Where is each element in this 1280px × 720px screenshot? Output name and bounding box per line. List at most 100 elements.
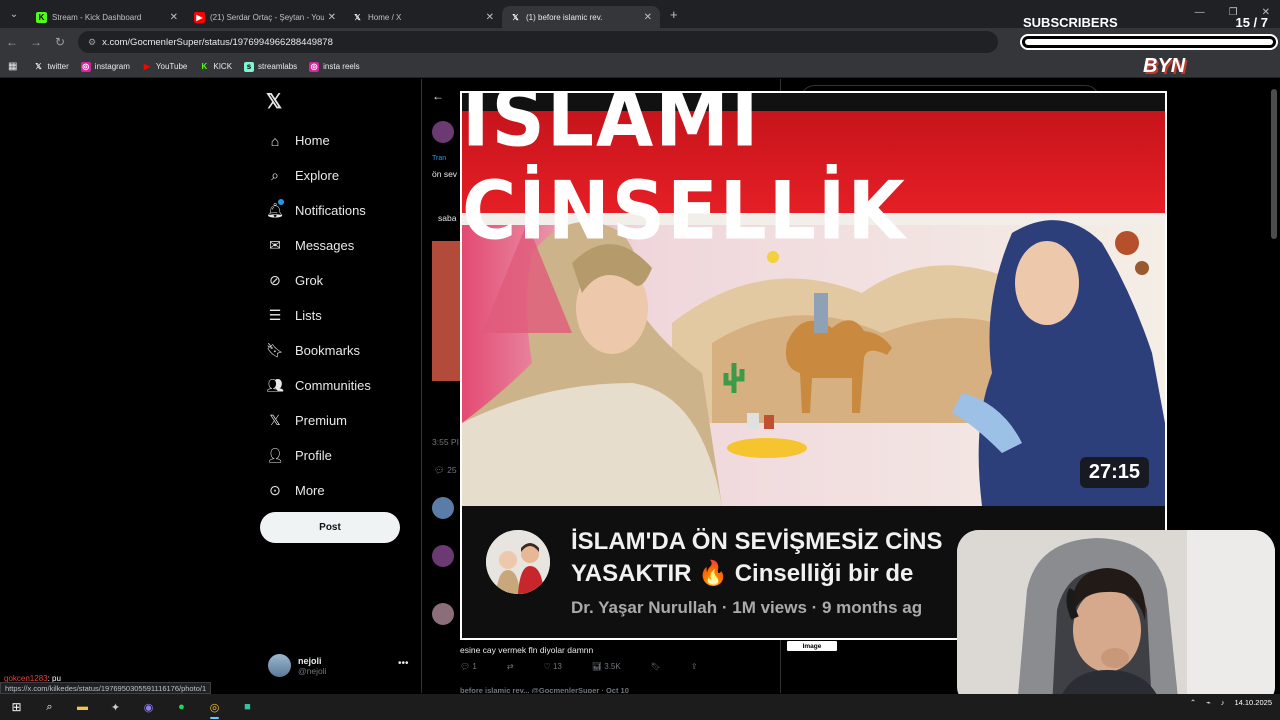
avatar (432, 121, 454, 143)
webcam-overlay (957, 530, 1275, 708)
quote-text: saba (438, 213, 457, 223)
tab-youtube[interactable]: ▶ (21) Serdar Ortaç - Şeytan - You ✕ (186, 6, 344, 28)
new-tab-button[interactable]: + (670, 7, 678, 22)
search-icon[interactable]: ⌕ (33, 694, 66, 720)
back-arrow-icon[interactable]: ← (432, 89, 444, 103)
bookmark-icon: 🔖︎ (266, 342, 284, 358)
x-sidebar-nav: ⌂ Home ⌕ Explore 🔔︎ Notifications ✉ Messages… (264, 123, 371, 508)
account-switcher[interactable]: nejoli @nejoli ••• (268, 654, 409, 677)
site-info-icon[interactable]: ⚙ (88, 37, 96, 48)
spotify-icon[interactable]: ● (165, 694, 198, 720)
translate-link[interactable]: Tran (432, 155, 446, 162)
tab-title: (1) before islamic rev. (526, 12, 603, 22)
reply-button[interactable]: 💬︎ 1 (460, 662, 477, 671)
close-icon[interactable]: ✕ (644, 12, 652, 23)
more-dots-icon[interactable]: ••• (398, 658, 409, 669)
bookmark-twitter[interactable]: 𝕏twitter (33, 62, 69, 72)
close-icon[interactable]: ✕ (328, 12, 336, 23)
like-button[interactable]: ♡ 13 (544, 662, 562, 671)
nav-grok[interactable]: ⊘ Grok (264, 263, 371, 298)
tab-search-button[interactable]: ⌄ (0, 0, 28, 28)
share-icon[interactable]: ⇪ (691, 662, 698, 671)
repost-icon[interactable]: ⇄ (507, 662, 514, 671)
bookmark-kick[interactable]: K KICK (199, 62, 232, 72)
nav-explore[interactable]: ⌕ Explore (264, 158, 371, 193)
bell-icon: 🔔︎ (264, 199, 286, 219)
nav-bookmarks[interactable]: 🔖︎ Bookmarks (264, 333, 371, 368)
nav-communities[interactable]: 👥︎ Communities (264, 368, 371, 403)
subscriber-progress-fill (1025, 39, 1273, 45)
volume-icon[interactable]: ♪ (1221, 698, 1225, 707)
bookmark-label: twitter (47, 62, 69, 71)
channel-avatar[interactable] (486, 530, 550, 594)
address-bar[interactable]: ⚙ x.com/GocmenlerSuper/status/1976994966… (78, 31, 998, 53)
avatar (432, 497, 454, 519)
nav-label: Grok (295, 273, 324, 288)
network-icon[interactable]: ⌁ (1206, 698, 1211, 707)
streamlabs-icon: s (244, 61, 255, 72)
bookmark-insta-reels[interactable]: ◎ insta reels (309, 61, 360, 72)
bookmark-instagram[interactable]: ◎ instagram (80, 61, 130, 72)
forward-arrow-icon[interactable]: → (24, 35, 48, 49)
post-image-thumbnail[interactable] (432, 241, 462, 381)
post-timestamp: 3:55 PI (432, 437, 459, 447)
nav-premium[interactable]: 𝕏 Premium (264, 403, 371, 438)
tab-current-post[interactable]: 𝕏 (1) before islamic rev. ✕ (502, 6, 660, 28)
discord-icon[interactable]: ◉ (132, 694, 165, 720)
nav-lists[interactable]: ☰ Lists (264, 298, 371, 333)
chrome-icon[interactable]: ◎ (198, 694, 231, 720)
bookmark-label: instagram (94, 62, 130, 71)
search-icon: ⌕ (271, 167, 279, 183)
nav-label: Lists (295, 308, 322, 323)
reply-count-value: 1 (472, 662, 477, 671)
nav-profile[interactable]: 👤︎ Profile (264, 438, 371, 473)
back-arrow-icon[interactable]: ← (0, 35, 24, 49)
channel-avatar-art (486, 530, 550, 594)
bookmark-label: streamlabs (258, 62, 298, 71)
thumbnail-headline: İSLAMİ CİNSELLİK (462, 93, 907, 258)
app-icon[interactable]: ✦ (99, 694, 132, 720)
tab-kick-dashboard[interactable]: K Stream - Kick Dashboard ✕ (28, 6, 186, 28)
tab-title: Home / X (368, 12, 402, 22)
tab-home-x[interactable]: 𝕏 Home / X ✕ (344, 6, 502, 28)
video-thumbnail[interactable]: İSLAMİ CİNSELLİK 27:15 (462, 93, 1165, 506)
avatar (432, 545, 454, 567)
people-icon: 👥︎ (266, 377, 284, 393)
reply-count-value: 25 (447, 465, 457, 475)
reply-count[interactable]: 💬︎ 25 (434, 465, 457, 476)
chevron-up-icon[interactable]: ⌃ (1190, 698, 1196, 707)
tab-title: (21) Serdar Ortaç - Şeytan - You (210, 12, 324, 22)
nav-messages[interactable]: ✉ Messages (264, 228, 371, 263)
nav-label: Communities (295, 378, 371, 393)
close-icon[interactable]: ✕ (170, 12, 178, 23)
views-count[interactable]: 📊︎ 3.5K (592, 662, 621, 671)
bookmark-label: insta reels (323, 62, 360, 71)
nav-notifications[interactable]: 🔔︎ Notifications (264, 193, 371, 228)
list-icon: ☰ (268, 307, 282, 323)
account-handle: @nejoli (298, 665, 327, 676)
windows-start-icon[interactable]: ⊞ (0, 694, 33, 720)
x-icon: 𝕏 (512, 12, 519, 22)
notification-dot (278, 199, 284, 205)
apps-icon[interactable]: ▦ (8, 61, 17, 72)
file-explorer-icon[interactable]: ▬ (66, 694, 99, 720)
instagram-icon: ◎ (309, 61, 320, 72)
bookmark-streamlabs[interactable]: s streamlabs (244, 61, 298, 72)
nav-label: Premium (295, 413, 348, 428)
reload-icon[interactable]: ↻ (48, 35, 72, 49)
kick-icon: K (201, 62, 208, 71)
nav-label: Notifications (295, 203, 366, 218)
close-icon[interactable]: ✕ (486, 12, 494, 23)
post-button[interactable]: Post (260, 512, 400, 543)
x-logo-icon[interactable]: 𝕏 (266, 89, 282, 114)
windows-taskbar: ⊞ ⌕ ▬ ✦ ◉ ● ◎ ■ ⌃ ⌁ ♪ 14.10.2025 (0, 694, 1280, 720)
reply-actions: 💬︎ 1 ⇄ ♡ 13 📊︎ 3.5K 🔖︎ ⇪ (460, 662, 698, 671)
streamlabs-icon[interactable]: ■ (231, 694, 264, 720)
nav-home[interactable]: ⌂ Home (264, 123, 371, 158)
system-clock[interactable]: 14.10.2025 (1234, 698, 1272, 707)
nav-more[interactable]: ⊙ More (264, 473, 371, 508)
bookmark-youtube[interactable]: ▶ YouTube (142, 62, 188, 72)
post-text: ön sev (432, 169, 458, 179)
page-scrollbar[interactable] (1271, 89, 1277, 239)
bookmark-icon[interactable]: 🔖︎ (651, 662, 661, 671)
